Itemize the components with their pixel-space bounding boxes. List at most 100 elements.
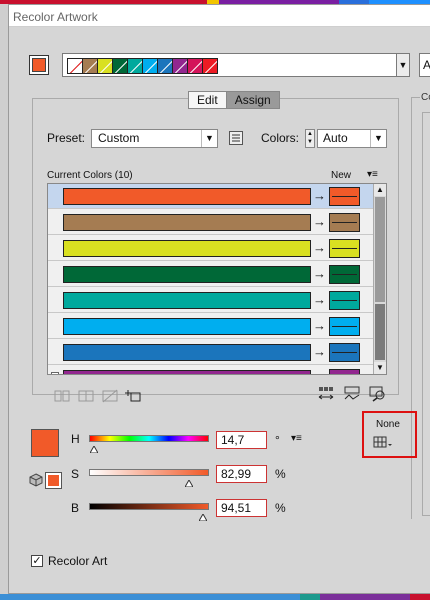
arrow-right-icon[interactable]: → xyxy=(313,370,326,374)
dialog-title: Recolor Artwork xyxy=(13,10,98,24)
current-color-bar[interactable] xyxy=(63,370,311,374)
new-color-swatch[interactable] xyxy=(329,187,360,206)
new-color-swatch[interactable] xyxy=(329,239,360,258)
saturation-slider[interactable] xyxy=(89,469,209,476)
none-color-chip[interactable] xyxy=(67,58,83,74)
saturation-slider-thumb[interactable] xyxy=(183,476,194,488)
scroll-thumb[interactable] xyxy=(375,197,385,302)
exclude-color-icon[interactable] xyxy=(101,388,119,404)
color-chip[interactable] xyxy=(82,58,98,74)
bottom-strip-segment xyxy=(320,594,410,600)
new-color-swatch[interactable] xyxy=(329,213,360,232)
hue-slider-thumb[interactable] xyxy=(88,442,99,454)
preset-options-icon[interactable] xyxy=(229,131,243,145)
brightness-slider[interactable] xyxy=(89,503,209,510)
color-row[interactable]: → xyxy=(48,210,373,235)
color-mode-cube-icon[interactable] xyxy=(29,473,43,487)
new-color-swatch[interactable] xyxy=(329,265,360,284)
new-color-swatch[interactable] xyxy=(329,317,360,336)
randomly-change-order-icon[interactable] xyxy=(317,386,335,402)
color-chip[interactable] xyxy=(202,58,218,74)
color-assignment-list: → → → → → → → → ▲ ▼ xyxy=(47,183,387,375)
current-color-bar[interactable] xyxy=(63,214,311,231)
color-row[interactable]: → xyxy=(48,236,373,261)
arrow-right-icon[interactable]: → xyxy=(313,318,326,334)
current-color-bar[interactable] xyxy=(63,318,311,335)
saturation-label: S xyxy=(71,467,80,481)
color-row[interactable]: → xyxy=(48,184,373,209)
arrow-right-icon[interactable]: → xyxy=(313,344,326,360)
new-colors-label: New xyxy=(331,170,352,181)
color-row[interactable]: → xyxy=(48,366,373,374)
recolor-art-checkbox[interactable]: ✓ xyxy=(31,555,43,567)
row-marker[interactable] xyxy=(51,372,59,374)
current-color-bar[interactable] xyxy=(63,344,311,361)
hue-value-field[interactable]: 14,7 xyxy=(216,431,267,449)
recolor-art-label: Recolor Art xyxy=(48,554,108,568)
scroll-up-icon[interactable]: ▲ xyxy=(374,184,386,196)
color-groups-list[interactable] xyxy=(422,112,430,516)
color-row[interactable]: → xyxy=(48,340,373,365)
brightness-unit: % xyxy=(275,501,286,515)
find-color-icon[interactable] xyxy=(369,386,387,402)
list-menu-icon[interactable]: ▾≡ xyxy=(367,169,378,180)
brightness-slider-thumb[interactable] xyxy=(198,510,208,522)
current-color-bar[interactable] xyxy=(63,240,311,257)
tab-assign[interactable]: Assign xyxy=(225,91,280,109)
arrow-right-icon[interactable]: → xyxy=(313,266,326,282)
new-color-swatch[interactable] xyxy=(329,343,360,362)
color-chip[interactable] xyxy=(112,58,128,74)
color-chip[interactable] xyxy=(187,58,203,74)
bottom-strip-segment xyxy=(410,594,430,600)
color-chip[interactable] xyxy=(97,58,113,74)
chevron-down-icon: ▼ xyxy=(201,130,217,147)
color-row[interactable]: → xyxy=(48,288,373,313)
color-chip[interactable] xyxy=(172,58,188,74)
harmony-field-edge[interactable]: A xyxy=(419,53,430,77)
preset-label: Preset: xyxy=(47,131,86,145)
current-color-bar[interactable] xyxy=(63,266,311,283)
color-group-strip[interactable] xyxy=(62,53,402,77)
color-chip[interactable] xyxy=(142,58,158,74)
color-row[interactable]: → xyxy=(48,314,373,339)
colors-select[interactable]: Auto ▼ xyxy=(317,129,387,148)
chevron-down-icon: ▼ xyxy=(370,130,386,147)
current-color-bar[interactable] xyxy=(63,188,311,205)
active-color-swatch[interactable] xyxy=(29,55,49,75)
brightness-label: B xyxy=(71,501,80,515)
separate-colors-icon[interactable] xyxy=(77,388,95,404)
color-group-dropdown-arrow[interactable]: ▼ xyxy=(396,53,410,77)
assign-panel: Edit Assign Preset: Custom ▼ Colors: ▲ ▼ … xyxy=(32,91,399,403)
new-color-swatch[interactable] xyxy=(329,369,360,374)
brightness-value-field[interactable]: 94,51 xyxy=(216,499,267,517)
saturation-value-field[interactable]: 82,99 xyxy=(216,465,267,483)
preset-value: Custom xyxy=(98,131,140,145)
slider-menu-icon[interactable]: ▾≡ xyxy=(291,433,302,444)
scroll-down-icon[interactable]: ▼ xyxy=(374,362,386,374)
arrow-right-icon[interactable]: → xyxy=(313,292,326,308)
merge-colors-icon[interactable] xyxy=(53,388,71,404)
scroll-track[interactable] xyxy=(375,304,385,360)
arrow-right-icon[interactable]: → xyxy=(313,214,326,230)
new-row-icon[interactable] xyxy=(125,388,143,404)
current-color-bar[interactable] xyxy=(63,292,311,309)
color-chip[interactable] xyxy=(127,58,143,74)
arrow-right-icon[interactable]: → xyxy=(313,240,326,256)
saturation-unit: % xyxy=(275,467,286,481)
preset-select[interactable]: Custom ▼ xyxy=(91,129,218,148)
hue-label: H xyxy=(71,432,80,446)
color-row[interactable]: → xyxy=(48,262,373,287)
tab-edit[interactable]: Edit xyxy=(188,91,226,109)
colors-spinner[interactable]: ▲ ▼ xyxy=(305,129,315,148)
current-color-swatch[interactable] xyxy=(31,429,59,457)
arrow-right-icon[interactable]: → xyxy=(313,188,326,204)
new-color-swatch[interactable] xyxy=(329,291,360,310)
current-colors-label: Current Colors (10) xyxy=(47,170,133,181)
color-chip[interactable] xyxy=(157,58,173,74)
hue-slider[interactable] xyxy=(89,435,209,442)
web-safe-swatch[interactable] xyxy=(45,472,62,489)
list-scrollbar[interactable]: ▲ ▼ xyxy=(373,184,386,374)
recolor-artwork-dialog: Recolor Artwork ▼ A Colo Edit Assign Pre… xyxy=(8,4,430,594)
randomly-change-saturation-icon[interactable] xyxy=(343,386,361,402)
color-groups-label: Colo xyxy=(420,92,430,103)
